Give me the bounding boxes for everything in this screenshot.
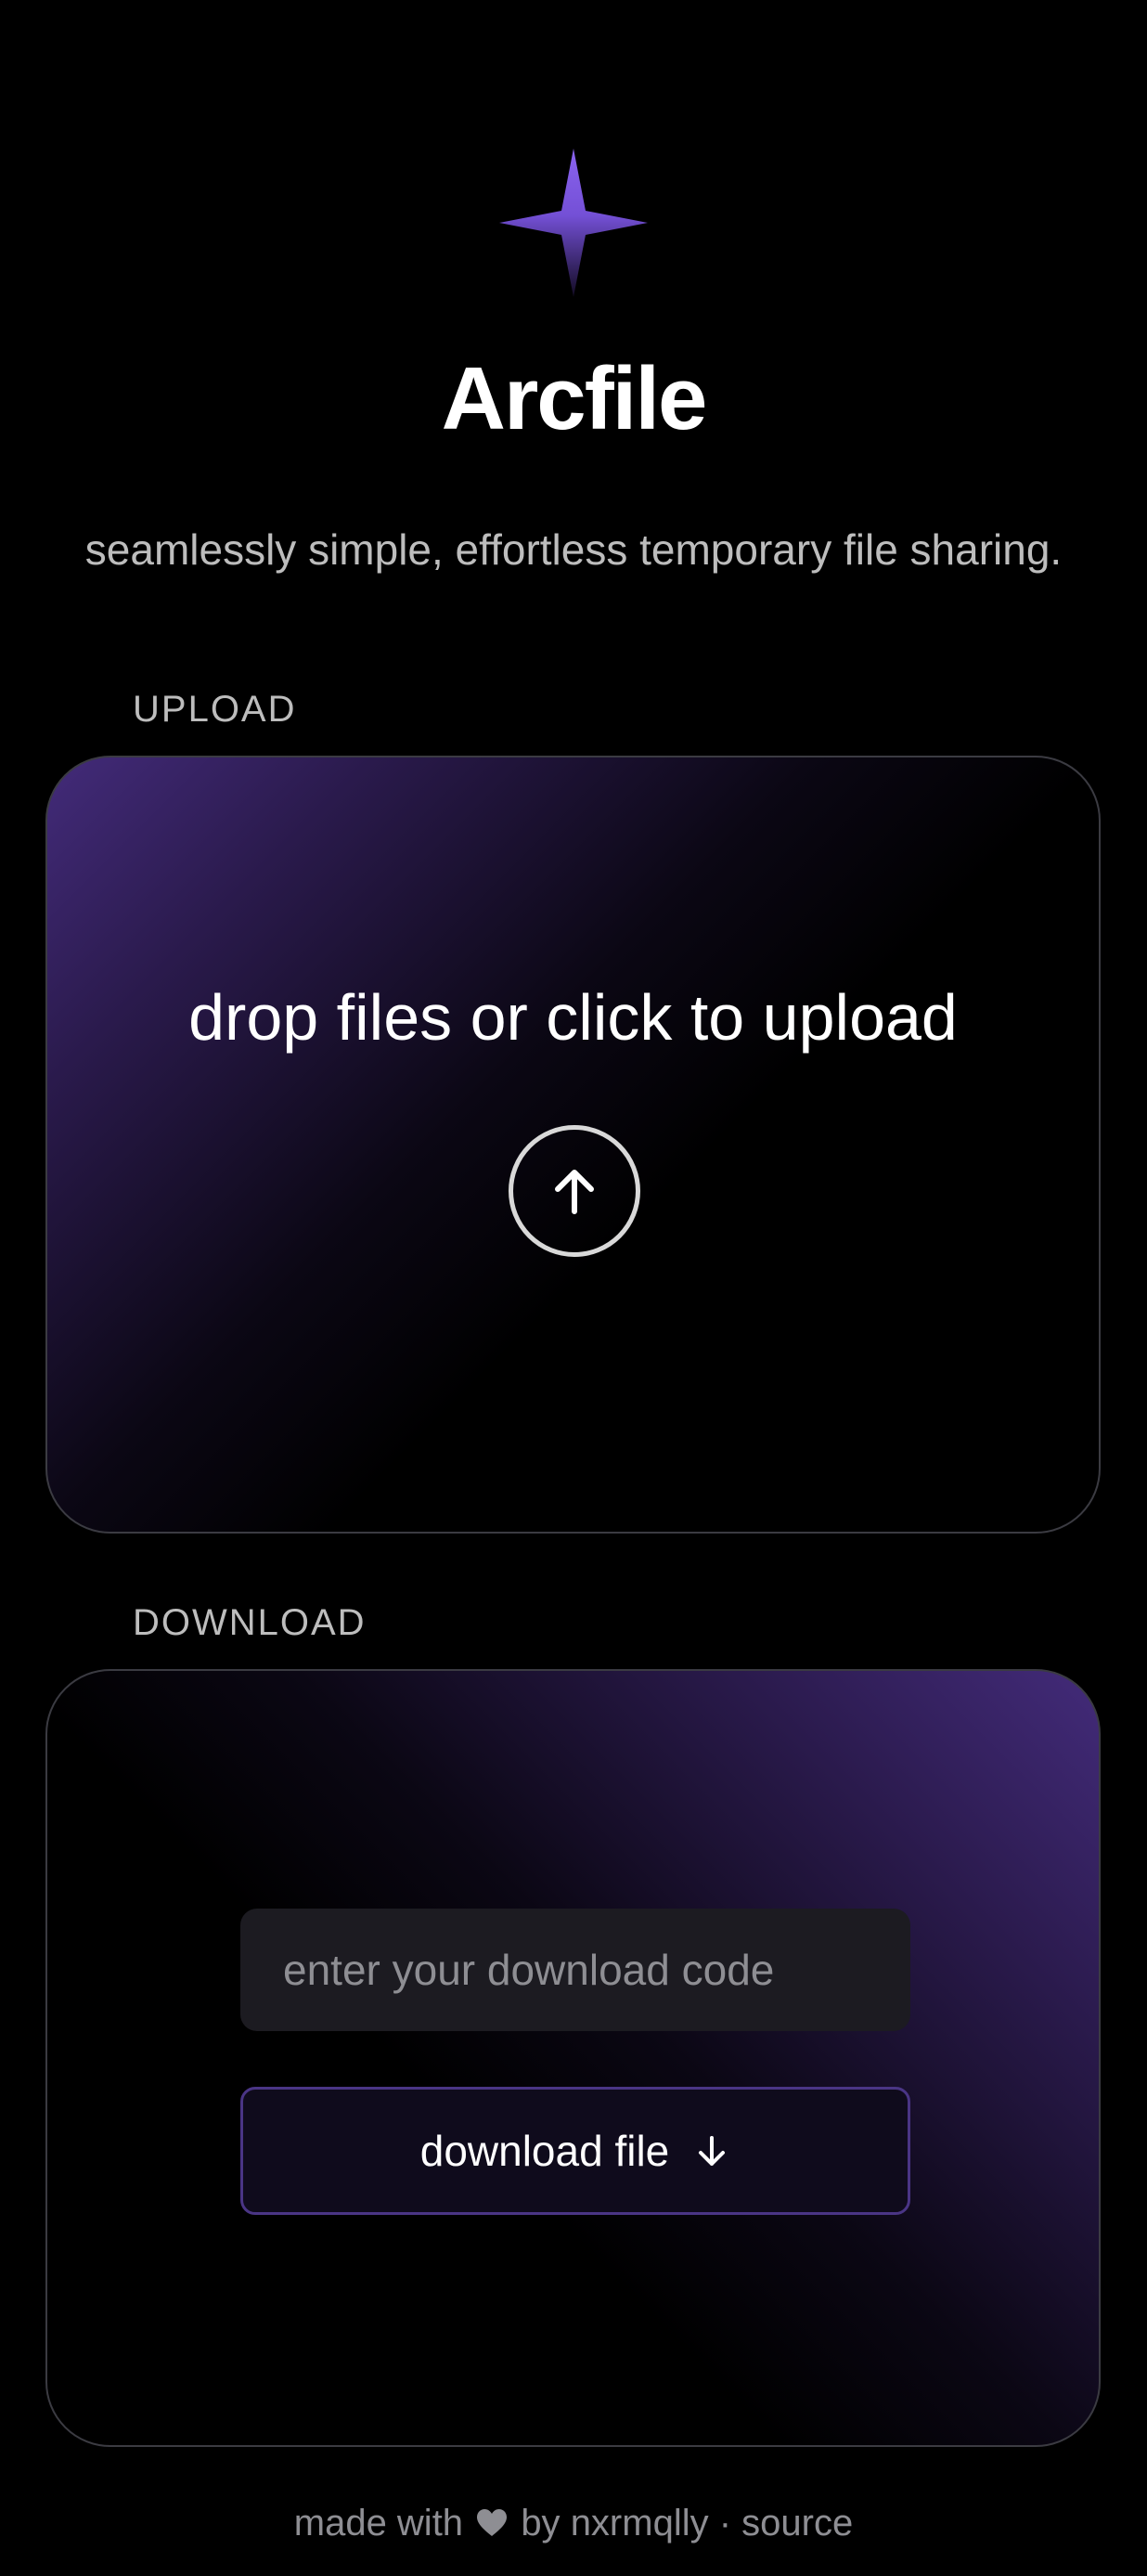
footer-separator: · xyxy=(718,2503,732,2544)
upload-dropzone-text: drop files or click to upload xyxy=(188,981,958,1054)
page-title: Arcfile xyxy=(441,349,708,448)
download-button-label: download file xyxy=(419,2127,670,2175)
arrow-down-icon xyxy=(699,2136,726,2166)
app-logo xyxy=(499,149,648,297)
footer: made with by nxrmqlly · source xyxy=(0,2497,1147,2549)
heart-icon xyxy=(477,2509,508,2536)
four-point-star-icon xyxy=(499,149,648,297)
upload-section-label: UPLOAD xyxy=(133,689,297,730)
download-card: download file xyxy=(45,1669,1101,2447)
download-file-button[interactable]: download file xyxy=(240,2087,910,2215)
source-link[interactable]: source xyxy=(741,2503,853,2544)
page-subtitle: seamlessly simple, effortless temporary … xyxy=(84,525,1063,574)
footer-by-text: by xyxy=(521,2503,561,2544)
upload-dropzone[interactable]: drop files or click to upload xyxy=(45,756,1101,1534)
upload-button[interactable] xyxy=(509,1125,640,1257)
download-section-label: DOWNLOAD xyxy=(133,1602,367,1643)
author-link[interactable]: nxrmqlly xyxy=(571,2503,709,2544)
download-code-input[interactable] xyxy=(240,1909,910,2031)
arrow-up-icon xyxy=(555,1170,594,1214)
footer-prefix: made with xyxy=(293,2503,464,2544)
